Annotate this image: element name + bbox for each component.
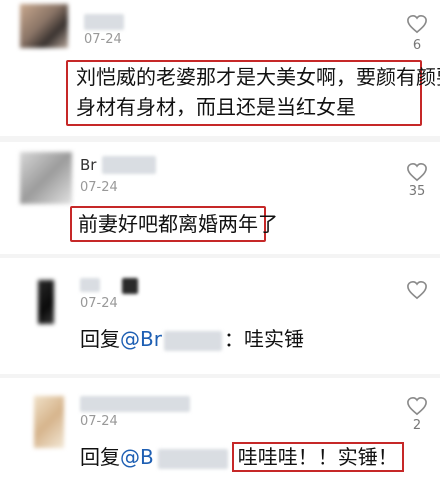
comment-list: 07-24 6 刘恺威的老婆那才是大美女啊，要颜有颜要 身材有身材，而且还是当红… [0, 0, 440, 493]
reply-prefix: 回复 [80, 327, 120, 351]
comment-date: 07-24 [84, 32, 122, 47]
comment-text-line: 前妻好吧都离婚两年了 [78, 212, 278, 236]
mention-blurred [163, 330, 222, 351]
like-count: 6 [412, 38, 422, 53]
like-heart-icon[interactable] [406, 280, 428, 300]
avatar[interactable] [20, 152, 72, 204]
reply-prefix: 回复 [80, 445, 120, 469]
username-blurred[interactable] [84, 14, 124, 30]
reply-item: 07-24 回复@Br ：哇实锤 [0, 262, 440, 372]
like-heart-icon[interactable] [406, 162, 428, 182]
comment-item: 07-24 6 刘恺威的老婆那才是大美女啊，要颜有颜要 身材有身材，而且还是当红… [0, 0, 440, 128]
username-blurred [122, 278, 138, 294]
username-blurred[interactable] [80, 396, 190, 412]
reply-text: 回复@Br ：哇实锤 [80, 324, 304, 354]
section-divider [0, 254, 440, 258]
comment-date: 07-24 [80, 414, 118, 429]
section-divider [0, 374, 440, 378]
comment-date: 07-24 [80, 296, 118, 311]
highlight-box: 哇哇哇！！实锤！ [231, 442, 404, 472]
comment-text: 刘恺威的老婆那才是大美女啊，要颜有颜要 身材有身材，而且还是当红女星 [76, 62, 440, 122]
avatar[interactable] [20, 4, 68, 48]
like-count: 2 [412, 418, 422, 433]
reply-text: 回复@B 哇哇哇！！实锤！ [80, 442, 404, 472]
comment-date: 07-24 [80, 180, 118, 195]
username[interactable]: Br [80, 156, 96, 174]
mention-link[interactable]: @Br [120, 327, 162, 351]
username-blurred[interactable] [80, 278, 100, 292]
like-count: 35 [408, 184, 426, 199]
avatar[interactable] [34, 396, 64, 448]
comment-text: 前妻好吧都离婚两年了 [78, 209, 278, 239]
like-heart-icon[interactable] [406, 14, 428, 34]
reply-item: 07-24 2 回复@B 哇哇哇！！实锤！ [0, 382, 440, 493]
like-heart-icon[interactable] [406, 396, 428, 416]
reply-content: ：哇实锤 [223, 327, 304, 351]
reply-content: 哇哇哇！！实锤！ [237, 445, 398, 469]
avatar[interactable] [38, 280, 54, 324]
comment-text-line: 身材有身材，而且还是当红女星 [76, 95, 356, 119]
mention-blurred [157, 448, 228, 469]
username-blurred [102, 156, 156, 174]
mention-link[interactable]: @B [120, 445, 154, 469]
comment-text-line: 刘恺威的老婆那才是大美女啊，要颜有颜要 [76, 65, 440, 89]
comment-item: Br 07-24 35 前妻好吧都离婚两年了 [0, 142, 440, 252]
